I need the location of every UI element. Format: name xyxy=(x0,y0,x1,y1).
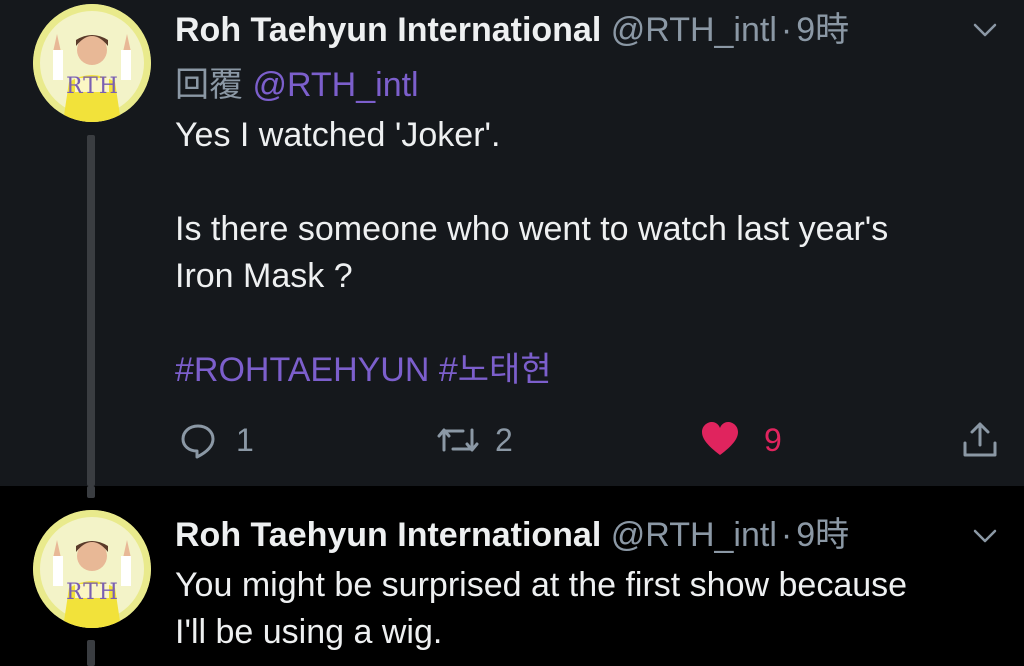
author-handle[interactable]: @RTH_intl xyxy=(611,11,777,49)
retweet-button[interactable]: 2 xyxy=(435,416,513,464)
like-count: 9 xyxy=(764,421,782,458)
heart-icon xyxy=(700,420,740,460)
tweet-reply[interactable]: RTH Roh Taehyun International @RTH_intl ·… xyxy=(0,0,1024,486)
avatar[interactable]: RTH xyxy=(33,510,151,628)
like-button[interactable]: 9 xyxy=(700,416,782,464)
chevron-down-icon[interactable] xyxy=(970,15,1000,45)
avatar-watermark: RTH xyxy=(66,74,120,99)
avatar[interactable]: RTH xyxy=(33,4,151,122)
author-name[interactable]: Roh Taehyun International xyxy=(175,11,601,49)
hashtag-links[interactable]: #ROHTAEHYUN #노태현 xyxy=(175,347,995,394)
share-icon xyxy=(960,419,1000,461)
author-handle[interactable]: @RTH_intl xyxy=(611,516,777,554)
tweet-time[interactable]: 9時 xyxy=(796,11,849,49)
avatar-image xyxy=(33,4,151,122)
thread-line xyxy=(87,135,95,486)
share-button[interactable] xyxy=(960,416,1000,464)
tweet-text-line: I'll be using a wig. xyxy=(175,613,443,651)
tweet-text-line: Iron Mask ? xyxy=(175,257,353,295)
separator-dot: · xyxy=(780,11,793,49)
chevron-down-icon[interactable] xyxy=(970,521,1000,551)
retweet-icon xyxy=(435,420,481,460)
tweet-thread-continuation[interactable]: RTH Roh Taehyun International @RTH_intl ·… xyxy=(0,486,1024,666)
tweet-text-line: Is there someone who went to watch last … xyxy=(175,210,889,248)
tweet-time[interactable]: 9時 xyxy=(796,516,849,554)
avatar-image xyxy=(33,510,151,628)
thread-line-top xyxy=(87,486,95,498)
reply-count: 1 xyxy=(236,421,254,458)
reply-mention-link[interactable]: @RTH_intl xyxy=(252,66,418,104)
tweet-header: Roh Taehyun International @RTH_intl · 9時 xyxy=(175,8,1024,52)
reply-label: 回覆 xyxy=(175,66,243,104)
replying-to: 回覆 @RTH_intl xyxy=(175,63,419,107)
reply-icon xyxy=(178,420,218,460)
avatar-watermark: RTH xyxy=(66,580,120,605)
separator-dot: · xyxy=(780,516,793,554)
thread-line-bottom xyxy=(87,640,95,666)
tweet-text-line: Yes I watched 'Joker'. xyxy=(175,116,501,154)
tweet-header: Roh Taehyun International @RTH_intl · 9時 xyxy=(175,513,1024,557)
author-name[interactable]: Roh Taehyun International xyxy=(175,516,601,554)
tweet-text-line: You might be surprised at the first show… xyxy=(175,566,908,604)
retweet-count: 2 xyxy=(495,421,513,458)
reply-button[interactable]: 1 xyxy=(178,416,254,464)
